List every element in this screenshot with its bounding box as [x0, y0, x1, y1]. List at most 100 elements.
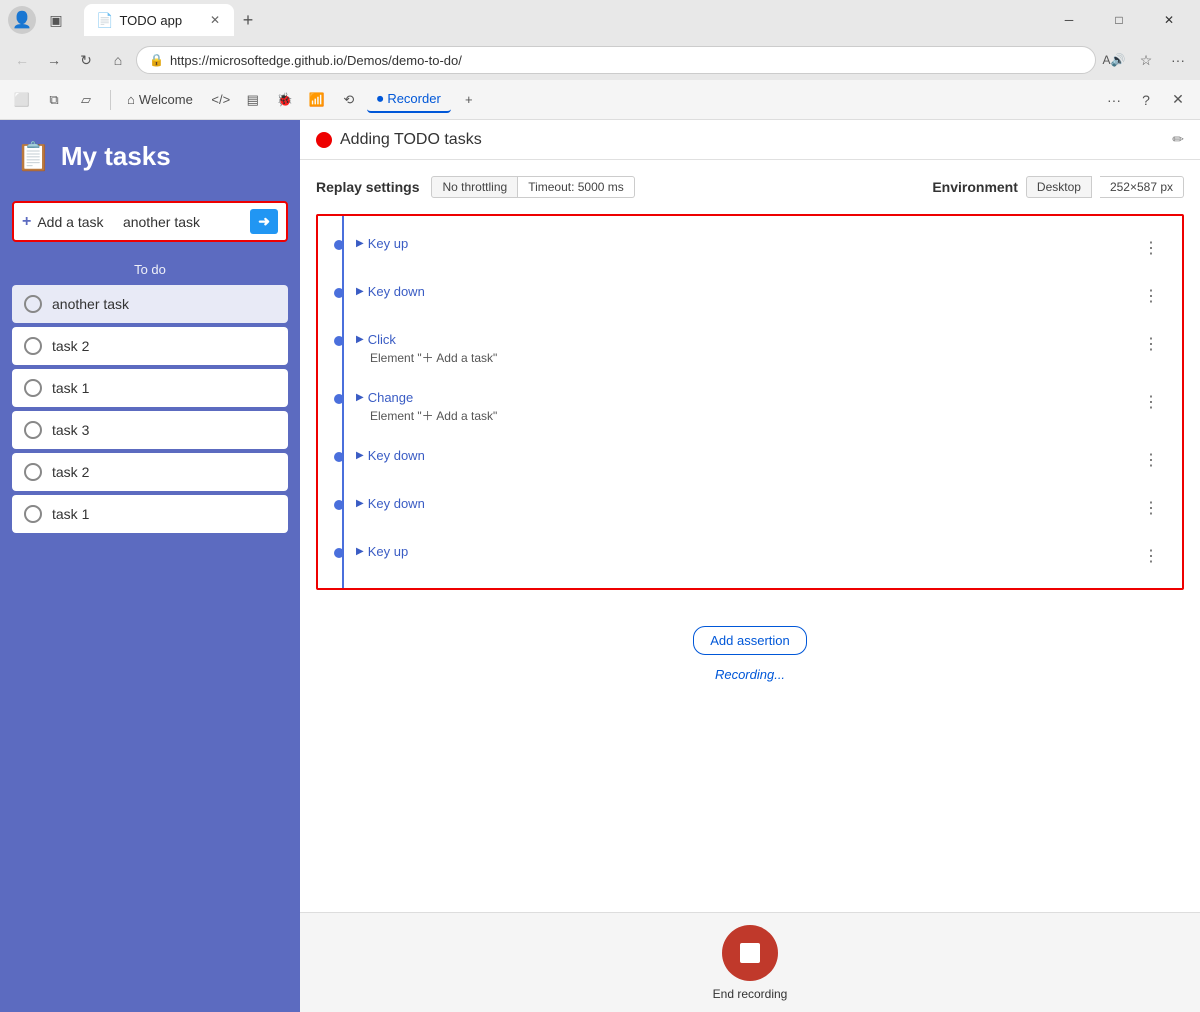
expand-arrow-icon: ▶ — [356, 286, 364, 297]
step-title[interactable]: ▶ Key down — [356, 284, 1125, 299]
recording-title: Adding TODO tasks — [340, 131, 1164, 149]
todo-checkbox[interactable] — [24, 463, 42, 481]
expand-arrow-icon: ▶ — [356, 334, 364, 345]
step-more-button[interactable]: ⋮ — [1137, 544, 1166, 568]
step-item[interactable]: ▶ Key down ⋮ — [318, 436, 1182, 484]
add-task-row: + Add a task another task ➜ — [12, 201, 288, 242]
step-item[interactable]: ▶ Click Element "＋ Add a task" ⋮ — [318, 320, 1182, 378]
devtools-right: ··· ? ✕ — [1100, 86, 1192, 114]
step-title[interactable]: ▶ Key down — [356, 496, 1125, 511]
layers-icon[interactable]: ⟲ — [335, 86, 363, 114]
end-recording-label: End recording — [713, 987, 788, 1001]
step-content: ▶ Change Element "＋ Add a task" — [356, 390, 1125, 424]
performance-icon[interactable]: 🐞 — [271, 86, 299, 114]
todo-list-item[interactable]: task 3 — [12, 411, 288, 449]
welcome-label: Welcome — [139, 92, 193, 107]
step-title[interactable]: ▶ Click — [356, 332, 1125, 347]
step-title[interactable]: ▶ Key down — [356, 448, 1125, 463]
step-item[interactable]: ▶ Key down ⋮ — [318, 272, 1182, 320]
step-more-button[interactable]: ⋮ — [1137, 236, 1166, 260]
restore-button[interactable]: □ — [1096, 4, 1142, 36]
network-icon[interactable]: ▤ — [239, 86, 267, 114]
recorder-label: Recorder — [387, 91, 440, 106]
todo-item-text: task 3 — [52, 422, 89, 438]
expand-arrow-icon: ▶ — [356, 498, 364, 509]
step-item[interactable]: ▶ Key up ⋮ — [318, 224, 1182, 272]
wifi-icon[interactable]: 📶 — [303, 86, 331, 114]
devtools-more-button[interactable]: ··· — [1100, 86, 1128, 114]
back-button[interactable]: ← — [8, 46, 36, 74]
tab-title: TODO app — [119, 13, 202, 28]
tab-welcome[interactable]: ⌂ Welcome — [117, 88, 203, 111]
device-mode-button[interactable]: ⧉ — [40, 86, 68, 114]
todo-list-item[interactable]: another task — [12, 285, 288, 323]
todo-list-item[interactable]: task 2 — [12, 327, 288, 365]
end-recording-button[interactable] — [722, 925, 778, 981]
recorder-body: Replay settings No throttling Timeout: 5… — [300, 160, 1200, 1012]
code-icon[interactable]: </> — [207, 86, 235, 114]
favorites-button[interactable]: ☆ — [1132, 46, 1160, 74]
tab-icon: 📄 — [96, 12, 113, 29]
more-button[interactable]: ··· — [1164, 46, 1192, 74]
dimensions-badge: 252×587 px — [1100, 176, 1184, 198]
todo-section-label: To do — [0, 262, 300, 277]
environment-section: Environment Desktop 252×587 px — [932, 176, 1184, 198]
add-tab-button[interactable]: + — [455, 86, 483, 114]
add-icon: + — [22, 213, 31, 231]
add-assertion-button[interactable]: Add assertion — [693, 626, 807, 655]
replay-left: Replay settings No throttling Timeout: 5… — [316, 176, 635, 198]
profile-icon[interactable]: 👤 — [8, 6, 36, 34]
tab-recorder[interactable]: ⏺ Recorder — [367, 87, 451, 113]
submit-add-task-button[interactable]: ➜ — [250, 209, 278, 234]
recorder-scroll-area[interactable]: Replay settings No throttling Timeout: 5… — [300, 160, 1200, 912]
todo-checkbox[interactable] — [24, 337, 42, 355]
devtools-close-button[interactable]: ✕ — [1164, 86, 1192, 114]
minimize-button[interactable]: ─ — [1046, 4, 1092, 36]
todo-checkbox[interactable] — [24, 505, 42, 523]
step-title-text: Key down — [368, 448, 425, 463]
todo-list-item[interactable]: task 1 — [12, 369, 288, 407]
step-title[interactable]: ▶ Key up — [356, 236, 1125, 251]
read-aloud-button[interactable]: A🔊 — [1100, 46, 1128, 74]
step-content: ▶ Click Element "＋ Add a task" — [356, 332, 1125, 366]
home-button[interactable]: ⌂ — [104, 46, 132, 74]
todo-list-item[interactable]: task 1 — [12, 495, 288, 533]
step-dot — [334, 336, 344, 346]
todo-item-text: task 2 — [52, 338, 89, 354]
refresh-button[interactable]: ↻ — [72, 46, 100, 74]
close-devtools-button[interactable]: ▱ — [72, 86, 100, 114]
close-button[interactable]: ✕ — [1146, 4, 1192, 36]
todo-list-item[interactable]: task 2 — [12, 453, 288, 491]
desktop-badge: Desktop — [1026, 176, 1092, 198]
todo-checkbox[interactable] — [24, 379, 42, 397]
step-item[interactable]: ▶ Change Element "＋ Add a task" ⋮ — [318, 378, 1182, 436]
add-task-input[interactable]: Add a task another task — [37, 214, 244, 230]
devtools-help-button[interactable]: ? — [1132, 86, 1160, 114]
step-dot — [334, 288, 344, 298]
forward-button[interactable]: → — [40, 46, 68, 74]
todo-checkbox[interactable] — [24, 421, 42, 439]
step-item[interactable]: ▶ Key up ⋮ — [318, 532, 1182, 580]
step-item[interactable]: ▶ Key down ⋮ — [318, 484, 1182, 532]
step-dot — [334, 548, 344, 558]
new-tab-button[interactable]: + — [234, 6, 262, 34]
step-title-text: Key up — [368, 544, 408, 559]
step-more-button[interactable]: ⋮ — [1137, 332, 1166, 356]
step-content: ▶ Key up — [356, 544, 1125, 559]
step-title[interactable]: ▶ Change — [356, 390, 1125, 405]
step-more-button[interactable]: ⋮ — [1137, 284, 1166, 308]
step-more-button[interactable]: ⋮ — [1137, 496, 1166, 520]
tab-close-button[interactable]: ✕ — [208, 11, 222, 29]
step-title[interactable]: ▶ Key up — [356, 544, 1125, 559]
address-bar[interactable]: 🔒 https://microsoftedge.github.io/Demos/… — [136, 46, 1096, 74]
active-tab[interactable]: 📄 TODO app ✕ — [84, 4, 234, 36]
home-icon: ⌂ — [127, 92, 135, 107]
edit-title-icon[interactable]: ✏ — [1172, 131, 1184, 148]
todo-checkbox[interactable] — [24, 295, 42, 313]
title-bar: 👤 ▣ 📄 TODO app ✕ + ─ □ ✕ — [0, 0, 1200, 40]
step-more-button[interactable]: ⋮ — [1137, 390, 1166, 414]
step-more-button[interactable]: ⋮ — [1137, 448, 1166, 472]
inspect-element-button[interactable]: ⬜ — [8, 86, 36, 114]
sidebar-toggle[interactable]: ▣ — [42, 6, 70, 34]
todo-item-text: another task — [52, 296, 129, 312]
